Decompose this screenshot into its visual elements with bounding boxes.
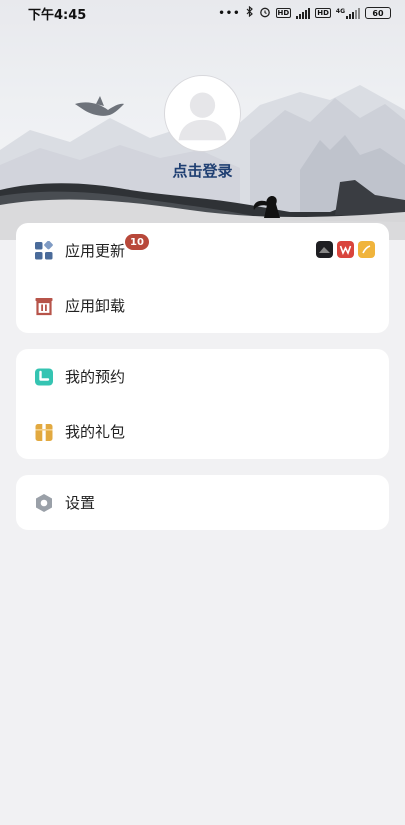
menu-item-label: 应用卸载	[65, 297, 126, 315]
login-link[interactable]: 点击登录	[0, 160, 405, 181]
hexagon-gear-icon	[34, 493, 54, 513]
signal-4g-icon: 4G	[335, 7, 360, 19]
network-type-label: 4G	[335, 7, 345, 15]
bluetooth-icon	[246, 5, 254, 20]
menu-item-label: 我的礼包	[65, 423, 126, 441]
app-manage-card: 应用更新 10 应用卸载	[16, 223, 389, 333]
hd-icon: HD	[315, 8, 331, 18]
menu-item-app-update[interactable]: 应用更新 10	[16, 223, 389, 278]
pending-update-apps	[316, 241, 375, 258]
status-bar: 下午4:45 ••• HD HD 4G 60	[0, 0, 405, 26]
hd-icon: HD	[275, 8, 292, 18]
gift-icon	[34, 422, 54, 442]
menu-item-app-uninstall[interactable]: 应用卸载	[16, 278, 389, 333]
dots-icon: •••	[218, 7, 241, 19]
trash-icon	[34, 296, 54, 316]
grid-apps-icon	[34, 240, 54, 261]
user-avatar-icon[interactable]	[164, 75, 241, 152]
status-time: 下午4:45	[28, 7, 87, 23]
settings-card: 设置	[16, 475, 389, 530]
menu-item-my-reservation[interactable]: 我的预约	[16, 349, 389, 404]
calendar-icon	[34, 367, 54, 387]
wps-app-icon	[337, 241, 354, 258]
menu-item-label: 设置	[65, 494, 96, 512]
yellow-app-icon	[358, 241, 375, 258]
black-app-icon	[316, 241, 333, 258]
menu-item-my-gift[interactable]: 我的礼包	[16, 404, 389, 459]
menu-item-settings[interactable]: 设置	[16, 475, 389, 530]
alarm-icon	[259, 6, 271, 21]
signal-icon	[296, 7, 311, 19]
menu-item-label: 我的预约	[65, 368, 126, 386]
battery-icon: 60	[365, 7, 391, 19]
battery-level: 60	[372, 8, 384, 18]
status-icons: ••• HD HD 4G 60	[218, 5, 391, 21]
update-count-badge: 10	[125, 234, 149, 250]
personal-card: 我的预约 我的礼包	[16, 349, 389, 459]
menu-item-label: 应用更新	[65, 242, 126, 260]
